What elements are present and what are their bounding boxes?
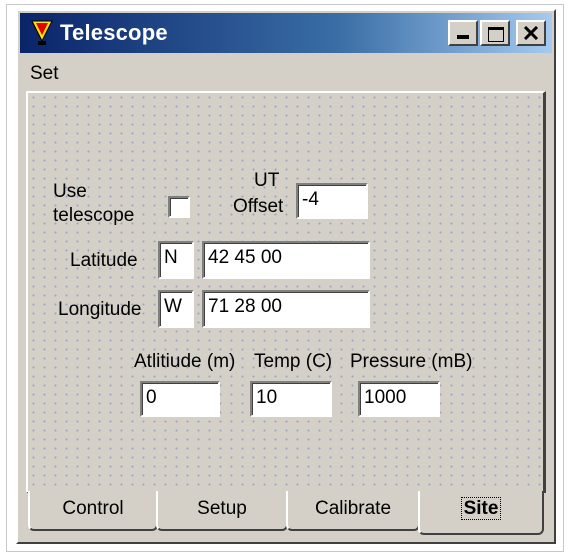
ut-offset-label-line1: UT (254, 170, 280, 191)
tab-control-label: Control (62, 498, 124, 519)
use-telescope-label-line2: telescope (53, 205, 135, 226)
pressure-label: Pressure (mB) (350, 351, 473, 372)
use-telescope-label-line1: Use (53, 181, 87, 202)
tab-control[interactable]: Control (28, 491, 158, 531)
longitude-hemisphere-input[interactable]: W (158, 290, 194, 328)
tab-site[interactable]: Site (418, 491, 544, 535)
telescope-window: Telescope Set Use telescope UT Offset -4… (16, 9, 556, 544)
menu-bar: Set (20, 57, 552, 89)
window-title: Telescope (60, 20, 168, 45)
minimize-button[interactable] (448, 20, 478, 46)
tab-setup-label: Setup (197, 498, 247, 519)
ut-offset-label-line2: Offset (233, 196, 284, 217)
pressure-input[interactable]: 1000 (358, 381, 440, 417)
longitude-label: Longitude (58, 299, 142, 320)
title-bar[interactable]: Telescope (20, 13, 552, 53)
menu-set[interactable]: Set (30, 63, 59, 85)
ut-offset-input[interactable]: -4 (296, 183, 368, 219)
temp-label: Temp (C) (254, 351, 333, 372)
latitude-label: Latitude (70, 250, 138, 271)
close-icon (523, 26, 539, 40)
tab-calibrate[interactable]: Calibrate (286, 491, 420, 531)
telescope-app-icon[interactable] (30, 19, 54, 47)
use-telescope-checkbox[interactable] (168, 196, 190, 218)
latitude-hemisphere-input[interactable]: N (158, 241, 194, 279)
latitude-input[interactable]: 42 45 00 (202, 241, 370, 279)
site-tab-panel: Use telescope UT Offset -4 Latitude N 42… (26, 91, 546, 493)
altitude-label: Atlitiude (m) (134, 351, 236, 372)
close-button[interactable] (516, 20, 546, 46)
temp-input[interactable]: 10 (250, 381, 332, 417)
tab-setup[interactable]: Setup (156, 491, 288, 531)
maximize-button[interactable] (480, 20, 510, 46)
tab-site-label: Site (460, 497, 502, 520)
longitude-input[interactable]: 71 28 00 (202, 290, 370, 328)
tab-calibrate-label: Calibrate (314, 498, 392, 519)
altitude-input[interactable]: 0 (140, 381, 220, 417)
